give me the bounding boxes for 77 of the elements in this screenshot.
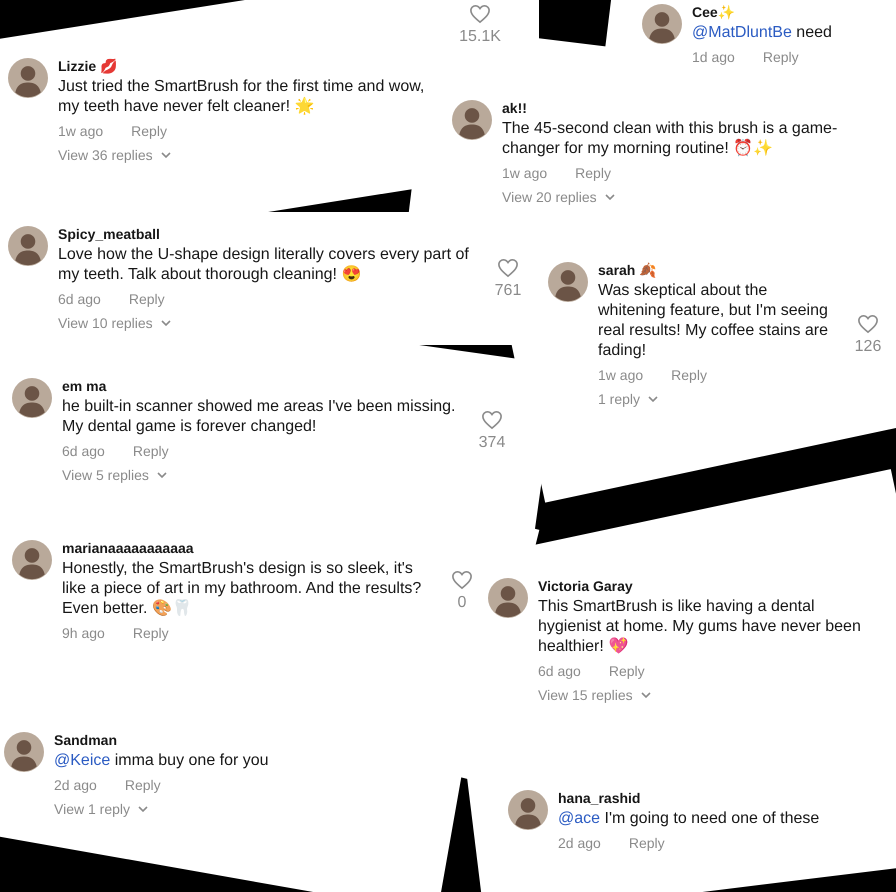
username[interactable]: ak!! xyxy=(502,100,527,116)
view-replies-link[interactable]: View 15 replies xyxy=(538,687,651,703)
timestamp: 1w ago xyxy=(58,123,104,139)
comment-text: he built-in scanner showed me areas I've been missing. My dental game is forever changed! xyxy=(62,397,456,437)
username[interactable]: sarah 🍂 xyxy=(598,262,656,278)
timestamp: 6d ago xyxy=(62,443,105,459)
chevron-icon xyxy=(160,320,171,326)
comment-text: Love how the U-shape design literally covers every part of my teeth. Talk about thorough cleaning! 😍 xyxy=(58,245,470,285)
timestamp: 1d ago xyxy=(692,49,735,65)
avatar-icon xyxy=(508,790,548,830)
avatar-icon xyxy=(642,4,682,44)
reply-link[interactable]: Reply xyxy=(608,663,645,679)
like-count: 374 xyxy=(478,434,506,452)
username[interactable]: hana_rashid xyxy=(558,790,640,806)
comment-text: @Keice imma buy one for you xyxy=(54,751,270,771)
avatar-icon xyxy=(548,262,588,302)
like-count: 126 xyxy=(854,338,882,356)
comment-text: @ace I'm going to need one of these xyxy=(558,809,820,829)
heart-icon[interactable] xyxy=(857,314,879,334)
username[interactable]: Victoria Garay xyxy=(538,578,633,594)
username[interactable]: Spicy_meatball xyxy=(58,226,160,242)
comment-text: Was skeptical about the whitening feature, but I'm seeing real results! My coffee stains are fading! xyxy=(598,281,830,361)
view-replies-link[interactable]: View 5 replies xyxy=(62,467,167,483)
comment-text: @MatDluntBe need xyxy=(692,23,833,43)
timestamp: 6d ago xyxy=(58,291,101,307)
view-replies-link[interactable]: 1 reply xyxy=(598,391,658,407)
reply-link[interactable]: Reply xyxy=(124,777,161,793)
avatar-icon xyxy=(8,58,48,98)
reply-link[interactable]: Reply xyxy=(132,443,169,459)
chevron-icon xyxy=(156,472,167,478)
view-replies-link[interactable]: View 10 replies xyxy=(58,315,171,331)
view-replies-link[interactable]: View 36 replies xyxy=(58,147,171,163)
chevron-icon xyxy=(640,692,651,698)
comment-text: Honestly, the SmartBrush's design is so sleek, it's like a piece of art in my bathroom. And the results? Even better. 🎨🦷 xyxy=(62,559,422,619)
username[interactable]: Cee✨ xyxy=(692,4,735,20)
reply-link[interactable]: Reply xyxy=(575,165,611,181)
reply-link[interactable]: Reply xyxy=(131,123,167,139)
comment-text: This SmartBrush is like having a dental hygienist at home. My gums have never been healthier! 💖 xyxy=(538,597,862,657)
like-count: 15.1K xyxy=(459,28,501,46)
timestamp: 9h ago xyxy=(62,625,105,641)
heart-icon[interactable] xyxy=(451,570,473,590)
reply-link[interactable]: Reply xyxy=(762,49,799,65)
avatar-icon xyxy=(488,578,528,618)
username[interactable]: Sandman xyxy=(54,732,118,748)
like-count: 761 xyxy=(494,282,522,300)
heart-icon[interactable] xyxy=(469,4,491,24)
mention-link[interactable]: @ace xyxy=(558,810,600,827)
username[interactable]: Lizzie 💋 xyxy=(58,58,118,74)
reply-link[interactable]: Reply xyxy=(132,625,169,641)
avatar-icon xyxy=(12,378,52,418)
timestamp: 2d ago xyxy=(54,777,97,793)
avatar-icon xyxy=(8,226,48,266)
reply-link[interactable]: Reply xyxy=(628,835,665,851)
timestamp: 2d ago xyxy=(558,835,601,851)
timestamp: 6d ago xyxy=(538,663,581,679)
timestamp: 1w ago xyxy=(502,165,548,181)
view-replies-link[interactable]: View 1 reply xyxy=(54,801,148,817)
avatar-icon xyxy=(4,732,44,772)
chevron-icon xyxy=(648,396,658,402)
avatar-icon xyxy=(12,540,52,580)
timestamp: 1w ago xyxy=(598,367,644,383)
username[interactable]: em ma xyxy=(62,378,106,394)
comment-text: Just tried the SmartBrush for the first time and wow, my teeth have never felt cleaner! 🌟 xyxy=(58,77,426,117)
comment-text: The 45-second clean with this brush is a game-changer for my morning routine! ⏰✨ xyxy=(502,119,838,159)
heart-icon[interactable] xyxy=(481,410,503,430)
chevron-icon xyxy=(160,152,171,158)
heart-icon[interactable] xyxy=(497,258,519,278)
username[interactable]: marianaaaaaaaaaaa xyxy=(62,540,194,556)
chevron-icon xyxy=(604,194,615,200)
mention-link[interactable]: @MatDluntBe xyxy=(692,24,792,41)
reply-link[interactable]: Reply xyxy=(128,291,165,307)
like-count: 0 xyxy=(458,594,466,612)
avatar-icon xyxy=(452,100,492,140)
mention-link[interactable]: @Keice xyxy=(54,752,110,769)
chevron-icon xyxy=(138,806,148,812)
reply-link[interactable]: Reply xyxy=(671,367,707,383)
view-replies-link[interactable]: View 20 replies xyxy=(502,189,615,205)
